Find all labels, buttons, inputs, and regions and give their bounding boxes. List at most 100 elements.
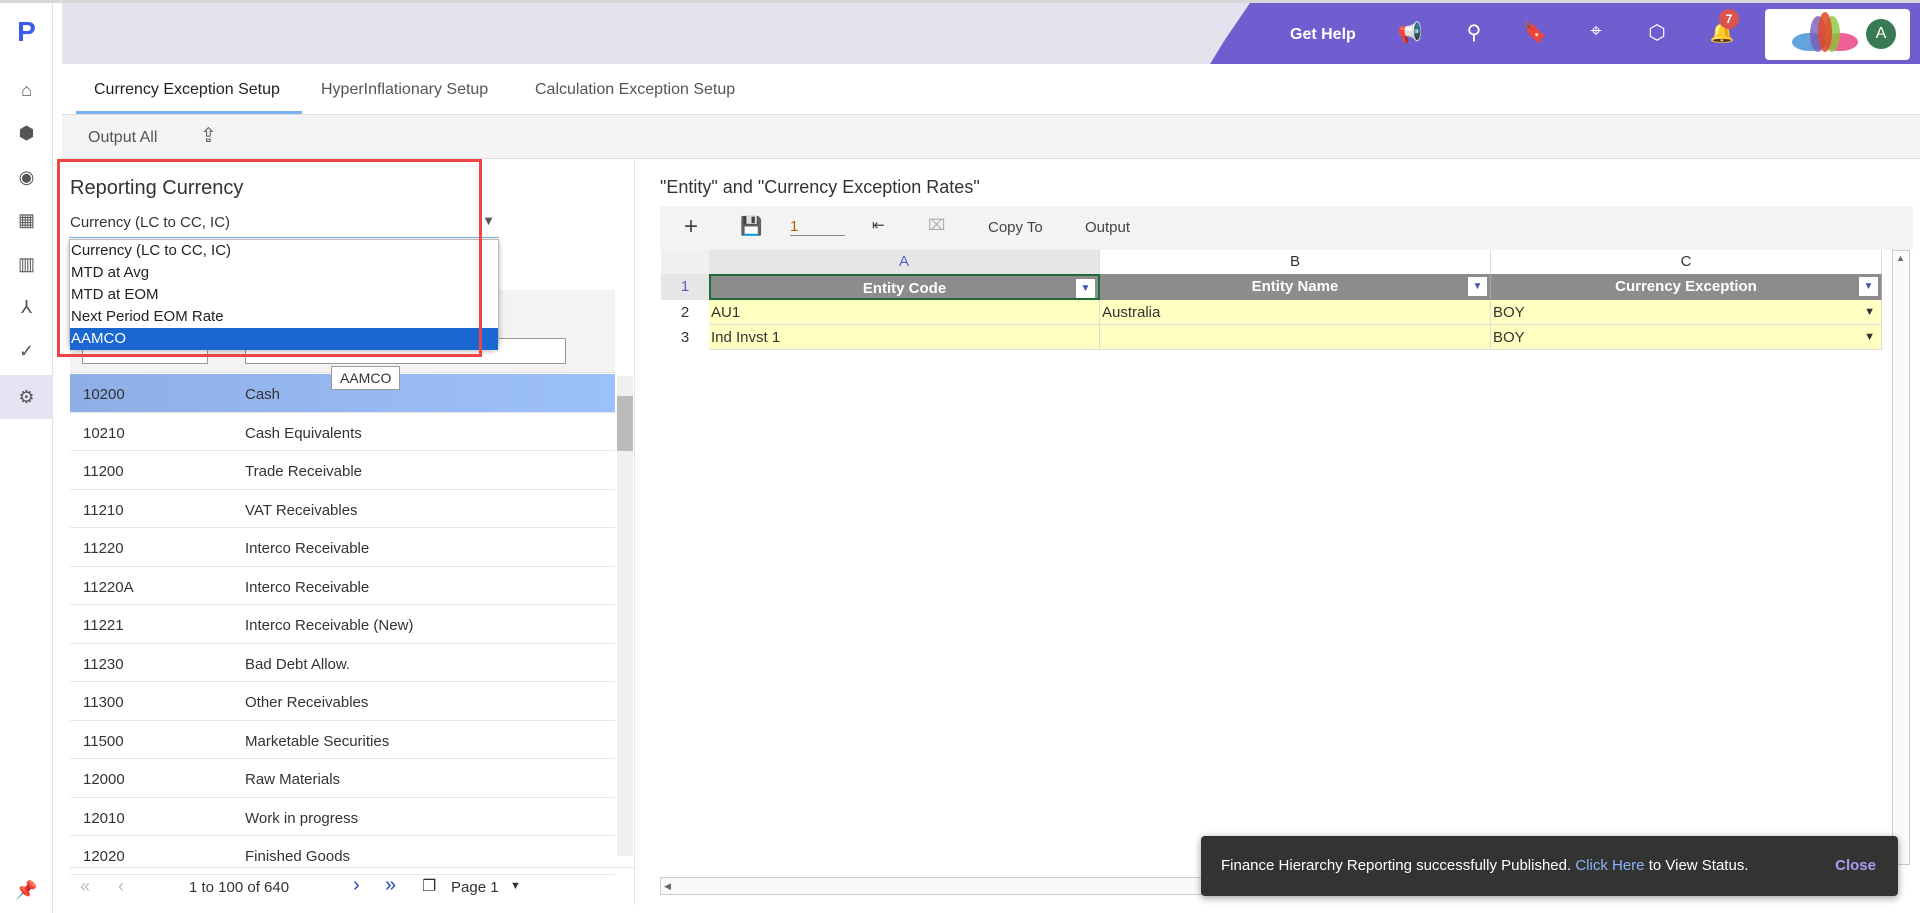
save-icon[interactable]: 💾 [740, 216, 762, 237]
list-item[interactable]: 11210 VAT Receivables [70, 490, 615, 528]
account-code: 11220A [83, 578, 134, 596]
list-item[interactable]: 11220 Interco Receivable [70, 528, 615, 567]
copy-icon: ❐ [422, 878, 437, 895]
delete-row-icon[interactable]: ⌧ [928, 216, 945, 234]
column-header-c[interactable]: C [1491, 250, 1882, 274]
page-select[interactable]: Page 1 [451, 879, 499, 896]
filter-icon[interactable]: ▼ [1859, 277, 1878, 296]
cube-icon[interactable]: ⬢ [0, 114, 53, 152]
page-number-input[interactable]: 1 [790, 218, 845, 236]
avatar[interactable]: A [1866, 19, 1896, 49]
spreadsheet-cell[interactable]: Ind Invst 1 [709, 325, 1100, 350]
grid-icon[interactable]: ▦ [0, 201, 53, 239]
account-code: 11300 [83, 694, 124, 711]
first-page-icon[interactable]: « [80, 876, 90, 897]
toast-close-button[interactable]: Close [1835, 836, 1876, 896]
output-all-button[interactable]: Output All [88, 129, 157, 147]
prev-page-icon[interactable]: ‹ [118, 876, 124, 897]
box-icon[interactable]: ⬡ [1642, 20, 1672, 45]
account-name: Interco Receivable [245, 540, 370, 557]
tab-hyperinflationary-setup[interactable]: HyperInflationary Setup [321, 81, 488, 99]
bookmark-icon[interactable]: 🔖 [1520, 20, 1550, 45]
account-code: 11220 [83, 540, 124, 557]
spreadsheet-cell[interactable]: Australia [1100, 300, 1491, 325]
add-icon[interactable]: + [684, 213, 698, 241]
list-item[interactable]: 11500 Marketable Securities [70, 721, 615, 759]
tab-bar: Currency Exception Setup HyperInflationa… [62, 64, 1920, 115]
pin-icon[interactable]: 📌 [0, 871, 53, 909]
list-item[interactable]: 11300 Other Receivables [70, 682, 615, 721]
account-code: 11230 [83, 655, 124, 673]
insert-row-icon[interactable]: ⇤ [872, 216, 885, 234]
filter-icon[interactable]: ▼ [1468, 277, 1487, 296]
header-label: Currency Exception [1615, 278, 1757, 295]
get-help-link[interactable]: Get Help [1290, 26, 1356, 44]
next-page-icon[interactable]: › [353, 874, 360, 897]
notification-badge: 7 [1719, 9, 1739, 29]
cell-dropdown-icon[interactable]: ▼ [1864, 300, 1875, 325]
account-name: Bad Debt Allow. [245, 655, 351, 673]
tab-calculation-exception-setup[interactable]: Calculation Exception Setup [535, 81, 735, 99]
column-header-a[interactable]: A [709, 250, 1100, 274]
list-item[interactable]: 11220A Interco Receivable [70, 567, 615, 605]
lotus-logo-icon [1792, 12, 1858, 52]
search-icon[interactable]: ⚲ [1459, 20, 1489, 45]
account-name: Trade Receivable [245, 463, 363, 480]
header-label: Entity Code [862, 280, 947, 297]
column-header-b[interactable]: B [1100, 250, 1491, 274]
page-range: 1 to 100 of 640 [189, 879, 290, 896]
chevron-down-icon: ▼ [482, 213, 495, 228]
tooltip: AAMCO [331, 366, 401, 390]
last-page-icon[interactable]: » [385, 874, 396, 897]
account-name: Interco Receivable (New) [245, 617, 414, 634]
cell-value: Ind Invst 1 [711, 329, 781, 346]
list-item[interactable]: 11221 Interco Receivable (New) [70, 605, 615, 644]
cell-value: BOY [1493, 304, 1525, 321]
account-name: Other Receivables [245, 694, 369, 711]
list-item[interactable]: 12010 Work in progress [70, 798, 615, 836]
sidebar: P ⌂ ⬢ ◉ ▦ ▥ ⅄ ✓ ⚙ 📌 [0, 3, 53, 913]
select-all-corner[interactable] [661, 250, 709, 274]
account-code: 10210 [83, 424, 125, 442]
cell-value: Australia [1102, 304, 1161, 321]
list-item[interactable]: 11200 Trade Receivable [70, 451, 615, 490]
copy-to-button[interactable]: Copy To [988, 219, 1043, 236]
header-cell-entity-code[interactable]: Entity Code ▼ [709, 274, 1100, 300]
account-name: VAT Receivables [245, 501, 358, 519]
megaphone-icon[interactable]: 📢 [1395, 20, 1425, 45]
vertical-scrollbar[interactable]: ▲ [1892, 250, 1910, 865]
account-name: Finished Goods [245, 848, 351, 865]
row-header[interactable]: 2 [661, 300, 709, 325]
view-status-link[interactable]: Click Here [1575, 857, 1644, 874]
output-button[interactable]: Output [1085, 219, 1130, 236]
home-icon[interactable]: ⌂ [0, 71, 53, 109]
settings-icon[interactable]: ⚙ [0, 375, 53, 419]
hierarchy-icon[interactable]: ⅄ [0, 288, 53, 326]
header-cell-currency-exception[interactable]: Currency Exception ▼ [1491, 274, 1882, 300]
list-item[interactable]: 12000 Raw Materials [70, 759, 615, 798]
spreadsheet-cell[interactable]: AU1 [709, 300, 1100, 325]
app-logo-icon: P [17, 16, 36, 47]
cell-dropdown-icon[interactable]: ▼ [1864, 325, 1875, 350]
account-code: 11500 [83, 732, 124, 750]
list-item[interactable]: 11230 Bad Debt Allow. [70, 644, 615, 682]
spreadsheet-cell[interactable]: BOY ▼ [1491, 325, 1882, 350]
filter-icon[interactable]: ▼ [1076, 279, 1095, 298]
target-icon[interactable]: ◉ [0, 158, 53, 196]
row-header[interactable]: 3 [661, 325, 709, 350]
chevron-down-icon[interactable]: ▼ [510, 880, 521, 892]
toast-suffix: to View Status. [1648, 857, 1749, 874]
row-header[interactable]: 1 [661, 274, 709, 300]
grid-scrollbar[interactable] [617, 376, 633, 856]
toast-notification: Finance Hierarchy Reporting successfully… [1201, 836, 1898, 896]
header-label: Entity Name [1251, 278, 1339, 295]
tab-currency-exception-setup[interactable]: Currency Exception Setup [94, 81, 280, 99]
clipboard-check-icon[interactable]: ✓ [0, 332, 53, 370]
header-cell-entity-name[interactable]: Entity Name ▼ [1100, 274, 1491, 300]
upload-icon[interactable]: ⇪ [200, 123, 217, 148]
list-item[interactable]: 10210 Cash Equivalents [70, 413, 615, 451]
crosshair-icon[interactable]: ⌖ [1581, 20, 1611, 43]
spreadsheet-cell[interactable] [1100, 325, 1491, 350]
spreadsheet-cell[interactable]: BOY ▼ [1491, 300, 1882, 325]
report-icon[interactable]: ▥ [0, 245, 53, 283]
